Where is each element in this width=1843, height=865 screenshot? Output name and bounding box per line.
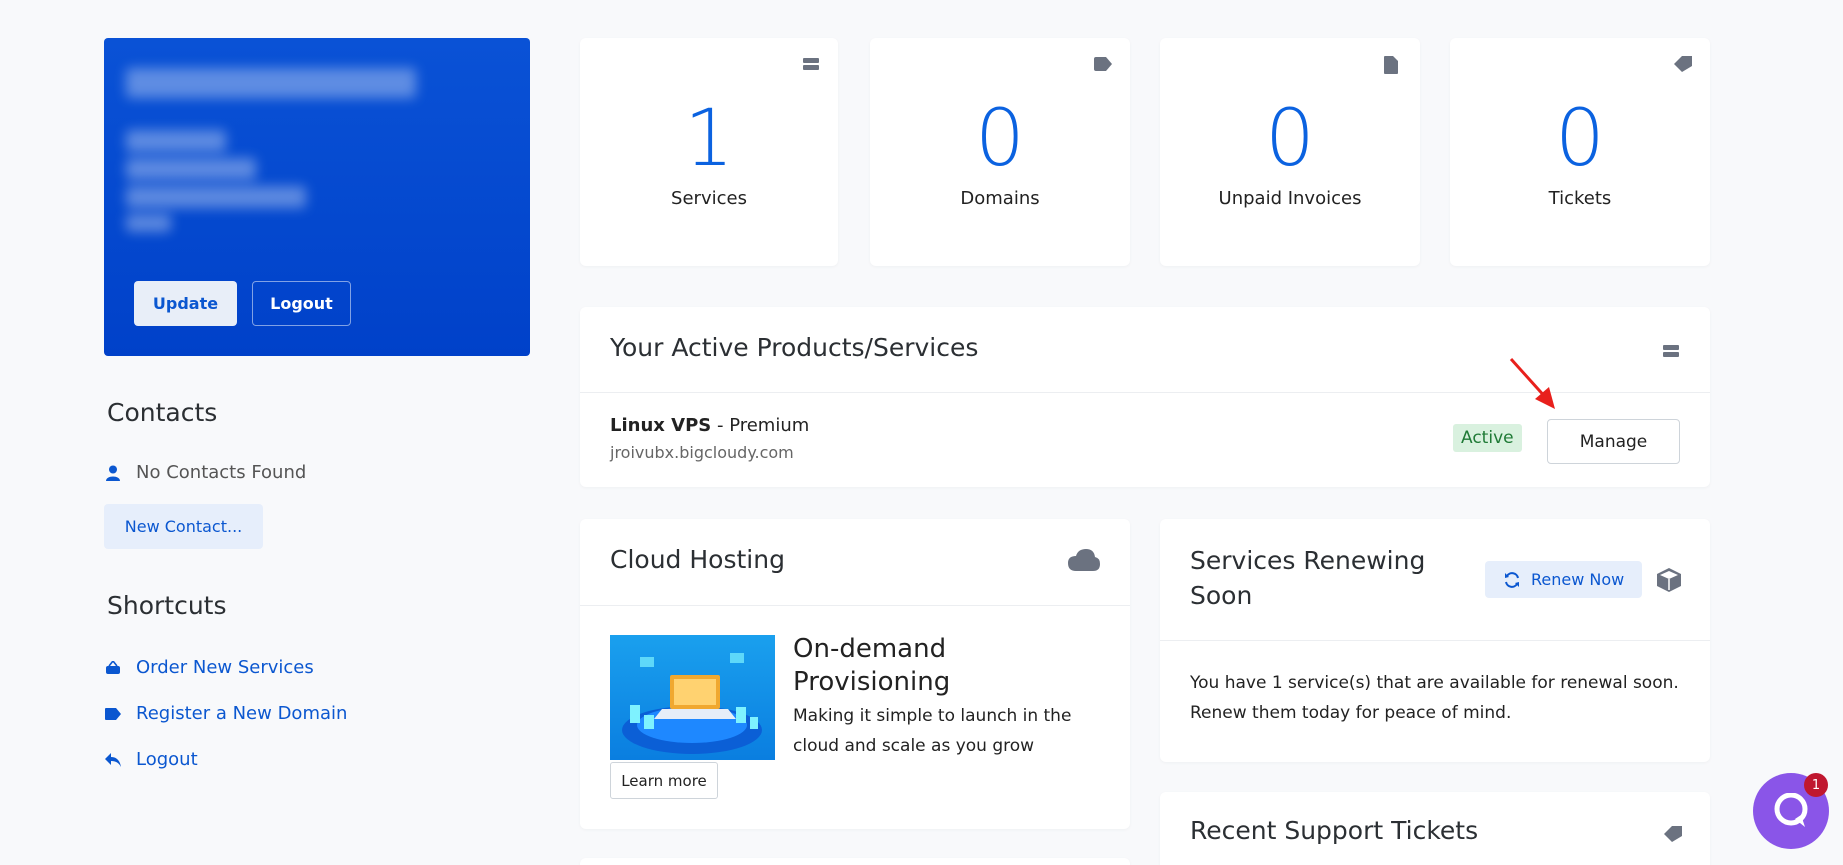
blurred-address-line	[126, 158, 256, 180]
stat-tile-unpaid-invoices[interactable]: 0 Unpaid Invoices	[1160, 38, 1420, 266]
blurred-name	[126, 68, 416, 98]
user-icon	[104, 464, 122, 482]
stat-value: 0	[1555, 94, 1605, 184]
product-name-line[interactable]: Linux VPS - Premium	[610, 415, 809, 436]
ticket-icon	[1674, 56, 1692, 74]
stat-tile-domains[interactable]: 0 Domains	[870, 38, 1130, 266]
shortcut-order-new-services[interactable]: Order New Services	[104, 657, 314, 678]
blurred-address-line	[126, 130, 226, 152]
renewing-title: Services Renewing Soon	[1190, 546, 1426, 610]
stat-label: Tickets	[1548, 188, 1612, 209]
support-title: Recent Support Tickets	[1190, 816, 1479, 845]
no-contacts-row: No Contacts Found	[104, 462, 306, 483]
cloud-illustration	[610, 635, 775, 760]
renew-now-button[interactable]: Renew Now	[1485, 561, 1643, 598]
new-contact-button[interactable]: New Contact...	[104, 504, 263, 549]
shortcut-label: Logout	[136, 749, 198, 770]
tag-icon	[1094, 56, 1112, 74]
stat-label: Services	[671, 188, 747, 209]
update-button[interactable]: Update	[134, 281, 237, 326]
shortcuts-title: Shortcuts	[107, 591, 227, 620]
blurred-address-line	[126, 214, 171, 232]
basket-icon	[104, 659, 122, 677]
server-icon	[802, 56, 820, 74]
no-contacts-text: No Contacts Found	[136, 462, 307, 483]
shortcut-label: Register a New Domain	[136, 703, 348, 724]
stat-value: 1	[684, 94, 734, 184]
document-icon	[1384, 56, 1402, 74]
promo-heading: On-demand Provisioning	[793, 634, 951, 697]
stat-value: 0	[1265, 94, 1315, 184]
stat-label: Domains	[960, 188, 1040, 209]
box-icon	[1656, 567, 1682, 597]
cloud-icon	[1068, 549, 1100, 575]
blurred-address-line	[126, 186, 306, 208]
shortcut-logout[interactable]: Logout	[104, 749, 198, 770]
shortcut-label: Order New Services	[136, 657, 314, 678]
card-header: Services Renewing Soon Renew Now	[1160, 519, 1710, 641]
ticket-icon	[1664, 826, 1682, 846]
contacts-title: Contacts	[107, 398, 218, 427]
support-tickets-card: Recent Support Tickets	[1160, 792, 1710, 865]
profile-card: Update Logout	[104, 38, 530, 356]
card-header: Cloud Hosting	[580, 519, 1130, 606]
renewing-body: You have 1 service(s) that are available…	[1190, 673, 1679, 723]
cloud-hosting-card: Cloud Hosting On-demand Provisioning Mak…	[580, 519, 1130, 829]
manage-button[interactable]: Manage	[1547, 419, 1680, 464]
refresh-icon	[1503, 571, 1521, 589]
renewing-soon-card: Services Renewing Soon Renew Now You hav…	[1160, 519, 1710, 762]
product-plan: Premium	[729, 415, 810, 436]
chat-icon	[1774, 793, 1808, 827]
logout-button[interactable]: Logout	[252, 281, 351, 326]
cloud-hosting-title: Cloud Hosting	[610, 545, 785, 574]
server-icon	[1662, 343, 1680, 362]
tag-icon	[104, 705, 122, 723]
stat-tile-tickets[interactable]: 0 Tickets	[1450, 38, 1710, 266]
chat-notification-badge: 1	[1804, 773, 1828, 797]
active-products-title: Your Active Products/Services	[610, 333, 979, 362]
learn-more-button[interactable]: Learn more	[610, 762, 718, 799]
promo-text: Making it simple to launch in the cloud …	[793, 706, 1072, 756]
annotation-arrow	[1509, 357, 1555, 409]
shortcut-register-domain[interactable]: Register a New Domain	[104, 703, 347, 724]
stat-label: Unpaid Invoices	[1218, 188, 1362, 209]
product-separator: -	[711, 415, 730, 436]
product-name: Linux VPS	[610, 415, 712, 436]
status-badge: Active	[1453, 424, 1522, 452]
renew-now-label: Renew Now	[1531, 570, 1625, 589]
partial-card	[580, 858, 1130, 865]
product-domain: jroivubx.bigcloudy.com	[610, 443, 794, 462]
stat-tile-services[interactable]: 1 Services	[580, 38, 838, 266]
reply-arrow-icon	[104, 751, 122, 769]
stat-value: 0	[975, 94, 1025, 184]
